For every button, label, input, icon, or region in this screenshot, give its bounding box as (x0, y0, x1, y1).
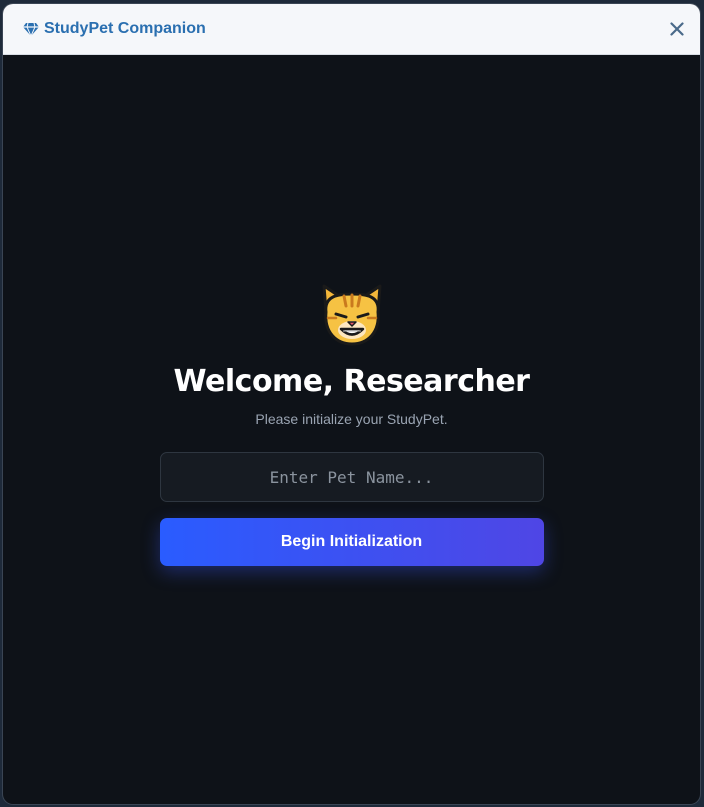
title-bar: StudyPet Companion (3, 4, 700, 55)
pet-name-input[interactable] (159, 452, 544, 502)
close-icon (670, 22, 684, 36)
window-title: StudyPet Companion (44, 20, 206, 37)
main-content: Welcome, Researcher Please initialize yo… (3, 55, 700, 804)
diamond-icon (23, 22, 39, 36)
welcome-heading: Welcome, Researcher (173, 364, 530, 399)
app-window: StudyPet Companion Welcome, Researcher P… (3, 4, 700, 804)
close-button[interactable] (666, 18, 688, 40)
cat-face-icon (322, 284, 381, 346)
begin-initialization-button[interactable]: Begin Initialization (159, 518, 544, 566)
subtitle-text: Please initialize your StudyPet. (255, 411, 448, 427)
